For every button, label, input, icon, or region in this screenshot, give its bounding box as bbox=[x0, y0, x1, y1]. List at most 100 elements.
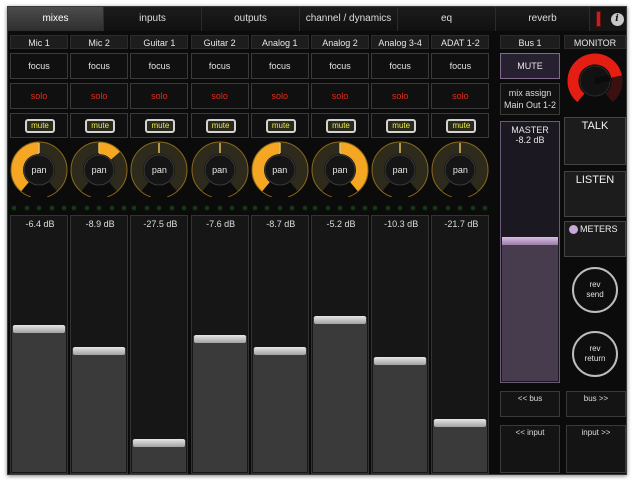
mute-button[interactable]: mute bbox=[25, 119, 55, 133]
listen-button[interactable]: LISTEN bbox=[564, 171, 626, 217]
channel-strip: Analog 3-4 focus solo mute pan -10.3 dB bbox=[371, 33, 430, 474]
signal-leds bbox=[432, 205, 489, 213]
fader-db-readout: -6.4 dB bbox=[25, 219, 55, 229]
mute-button[interactable]: mute bbox=[205, 119, 236, 133]
focus-button[interactable]: focus bbox=[250, 53, 309, 79]
monitor-title: MONITOR bbox=[564, 35, 626, 49]
pan-knob[interactable]: pan bbox=[431, 141, 489, 199]
fader-fill bbox=[72, 347, 127, 472]
mix-assign-button[interactable]: mix assign Main Out 1-2 bbox=[500, 83, 560, 115]
channel-fader[interactable]: -6.4 dB bbox=[10, 215, 68, 474]
focus-button[interactable]: focus bbox=[190, 53, 249, 79]
mixer-app: mixes inputs outputs channel / dynamics … bbox=[7, 6, 627, 475]
pan-knob[interactable]: pan bbox=[371, 141, 429, 199]
tab-channel-dynamics[interactable]: channel / dynamics bbox=[300, 7, 398, 31]
info-button[interactable]: i bbox=[606, 7, 626, 31]
signal-led bbox=[108, 205, 115, 211]
channel-fader[interactable]: -8.9 dB bbox=[70, 215, 129, 474]
solo-button[interactable]: solo bbox=[250, 83, 309, 109]
focus-button[interactable]: focus bbox=[70, 53, 129, 79]
mute-button[interactable]: mute bbox=[265, 119, 296, 133]
fader-handle[interactable] bbox=[314, 315, 366, 324]
fader-handle[interactable] bbox=[193, 334, 246, 343]
signal-led bbox=[83, 205, 90, 211]
prev-bus-button[interactable]: << bus bbox=[500, 391, 560, 417]
meters-button[interactable]: METERS bbox=[564, 221, 626, 257]
next-input-button[interactable]: input >> bbox=[566, 425, 626, 473]
signal-led bbox=[168, 205, 175, 211]
tab-outputs[interactable]: outputs bbox=[202, 7, 300, 31]
monitor-knob-graphic bbox=[567, 53, 623, 109]
channel-name: Mic 1 bbox=[10, 35, 68, 49]
mute-button[interactable]: mute bbox=[145, 119, 176, 133]
mute-button[interactable]: mute bbox=[326, 119, 356, 133]
fader-db-readout: -27.5 dB bbox=[143, 219, 178, 229]
pan-label: pan bbox=[392, 165, 408, 175]
solo-button[interactable]: solo bbox=[10, 83, 68, 109]
focus-button[interactable]: focus bbox=[311, 53, 369, 79]
tab-inputs[interactable]: inputs bbox=[104, 7, 202, 31]
signal-led bbox=[48, 205, 55, 211]
monitor-level-knob[interactable] bbox=[567, 53, 623, 109]
fader-fill bbox=[313, 316, 367, 472]
next-bus-button[interactable]: bus >> bbox=[566, 391, 626, 417]
tab-eq[interactable]: eq bbox=[398, 7, 496, 31]
channel-fader[interactable]: -7.6 dB bbox=[190, 215, 249, 474]
focus-button[interactable]: focus bbox=[130, 53, 189, 79]
tab-mixes[interactable]: mixes bbox=[8, 7, 104, 31]
talk-button[interactable]: TALK bbox=[564, 117, 626, 165]
fader-handle[interactable] bbox=[434, 419, 487, 428]
pan-notch bbox=[89, 185, 110, 199]
signal-led bbox=[156, 205, 163, 211]
solo-button[interactable]: solo bbox=[70, 83, 129, 109]
channel-fader[interactable]: -21.7 dB bbox=[431, 215, 490, 474]
fader-handle[interactable] bbox=[73, 346, 126, 355]
fader-handle[interactable] bbox=[374, 356, 427, 365]
mute-button[interactable]: mute bbox=[386, 119, 417, 133]
fader-db-readout: -8.9 dB bbox=[85, 219, 115, 229]
focus-button[interactable]: focus bbox=[431, 53, 490, 79]
monitor-knob-pointer bbox=[594, 75, 611, 84]
bus-mute-button[interactable]: MUTE bbox=[500, 53, 560, 79]
signal-leds bbox=[71, 205, 128, 213]
solo-button[interactable]: solo bbox=[130, 83, 189, 109]
channel-fader[interactable]: -8.7 dB bbox=[250, 215, 309, 474]
solo-button[interactable]: solo bbox=[190, 83, 249, 109]
tab-reverb[interactable]: reverb bbox=[496, 7, 590, 31]
signal-led bbox=[23, 205, 30, 211]
mute-button[interactable]: mute bbox=[446, 119, 477, 133]
rev-return-knob[interactable]: rev return bbox=[570, 329, 620, 379]
pan-label: pan bbox=[332, 165, 348, 175]
channel-strip: Guitar 1 focus solo mute pan -27.5 dB bbox=[130, 33, 189, 474]
rev-send-label: rev send bbox=[570, 280, 620, 300]
pan-value-arc bbox=[98, 142, 121, 160]
focus-button[interactable]: focus bbox=[10, 53, 68, 79]
focus-button[interactable]: focus bbox=[371, 53, 430, 79]
pan-notch bbox=[390, 185, 411, 199]
channel-fader[interactable]: -5.2 dB bbox=[311, 215, 369, 474]
pan-knob[interactable]: pan bbox=[191, 141, 249, 199]
solo-button[interactable]: solo bbox=[371, 83, 430, 109]
fader-handle[interactable] bbox=[253, 346, 306, 355]
prev-input-button[interactable]: << input bbox=[500, 425, 560, 473]
solo-button[interactable]: solo bbox=[431, 83, 490, 109]
pan-knob[interactable]: pan bbox=[311, 141, 369, 199]
fader-db-readout: -8.7 dB bbox=[266, 219, 296, 229]
pan-knob[interactable]: pan bbox=[251, 141, 309, 199]
fader-handle[interactable] bbox=[13, 325, 65, 334]
solo-button[interactable]: solo bbox=[311, 83, 369, 109]
channel-fader[interactable]: -27.5 dB bbox=[130, 215, 189, 474]
signal-led bbox=[337, 205, 343, 211]
master-fader-handle[interactable] bbox=[502, 237, 558, 246]
pan-label: pan bbox=[151, 165, 167, 175]
rev-send-knob[interactable]: rev send bbox=[570, 265, 620, 315]
signal-led bbox=[61, 205, 67, 211]
channel-fader[interactable]: -10.3 dB bbox=[371, 215, 430, 474]
bus-name: Bus 1 bbox=[500, 35, 560, 49]
pan-knob[interactable]: pan bbox=[70, 141, 128, 199]
pan-knob[interactable]: pan bbox=[130, 141, 188, 199]
mute-button[interactable]: mute bbox=[85, 119, 116, 133]
fader-handle[interactable] bbox=[133, 438, 186, 447]
pan-knob[interactable]: pan bbox=[10, 141, 68, 199]
master-fader[interactable]: MASTER -8.2 dB bbox=[500, 121, 560, 383]
